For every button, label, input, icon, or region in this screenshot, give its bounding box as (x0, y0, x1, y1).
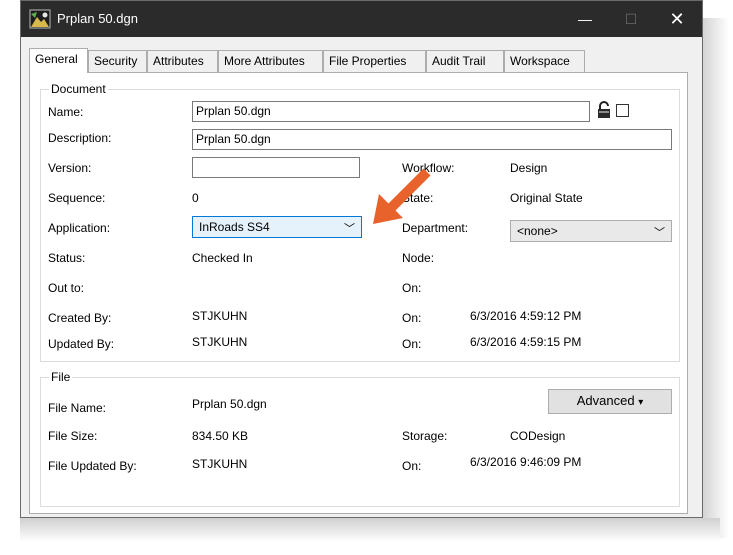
created-by-value: STJKUHN (192, 309, 248, 323)
node-label: Node: (402, 251, 435, 265)
created-on-value: 6/3/2016 4:59:12 PM (470, 309, 582, 323)
status-value: Checked In (192, 251, 253, 265)
version-field[interactable] (192, 157, 360, 178)
file-group-title: File (49, 370, 73, 384)
title-bar[interactable]: Prplan 50.dgn — ☐ ✕ (21, 1, 702, 37)
workflow-value: Design (510, 161, 548, 175)
application-value: InRoads SS4 (199, 220, 270, 234)
orange-arrow-icon (373, 168, 431, 224)
advanced-button[interactable]: Advanced ▾ (548, 389, 672, 414)
name-field[interactable]: Prplan 50.dgn (192, 101, 590, 122)
chevron-down-icon: ﹀ (344, 223, 355, 235)
window-shadow-right (703, 18, 729, 538)
file-size-value: 834.50 KB (192, 429, 249, 443)
tab-file-properties[interactable]: File Properties (323, 50, 426, 72)
advanced-button-label: Advanced (576, 393, 635, 408)
file-name-value: Prplan 50.dgn (192, 397, 267, 411)
document-group-title: Document (49, 82, 108, 96)
storage-label: Storage: (402, 429, 448, 443)
application-dropdown[interactable]: InRoads SS4 ﹀ (192, 216, 362, 238)
updated-on-value: 6/3/2016 4:59:15 PM (470, 335, 582, 349)
tab-general[interactable]: General (29, 48, 88, 73)
general-tab-panel: Document Name: Prplan 50.dgn Description… (29, 72, 688, 514)
updated-by-label: Updated By: (48, 337, 115, 351)
department-dropdown[interactable]: <none> ﹀ (510, 220, 672, 242)
lock-checkbox[interactable] (616, 104, 629, 117)
updated-by-value: STJKUHN (192, 335, 248, 349)
state-value: Original State (510, 191, 583, 205)
file-updated-on-label: On: (402, 459, 422, 473)
updated-on-label: On: (402, 337, 422, 351)
lock-icon[interactable] (596, 101, 612, 119)
outto-label: Out to: (48, 281, 85, 295)
chevron-down-icon: ﹀ (654, 227, 665, 239)
window-title: Prplan 50.dgn (57, 11, 138, 26)
application-label: Application: (48, 221, 111, 235)
file-size-label: File Size: (48, 429, 98, 443)
tab-workspace[interactable]: Workspace (504, 50, 585, 72)
storage-value: CODesign (510, 429, 566, 443)
tab-attributes[interactable]: Attributes (147, 50, 218, 72)
minimize-button[interactable]: — (565, 5, 605, 33)
version-label: Version: (48, 161, 92, 175)
file-updated-on-value: 6/3/2016 9:46:09 PM (470, 455, 582, 469)
created-by-label: Created By: (48, 311, 112, 325)
description-field[interactable]: Prplan 50.dgn (192, 129, 672, 150)
window-shadow-bottom (20, 518, 720, 542)
outto-on-label: On: (402, 281, 422, 295)
tab-more-attributes[interactable]: More Attributes (218, 50, 323, 72)
document-icon (29, 9, 51, 29)
sequence-label: Sequence: (48, 191, 106, 205)
file-name-label: File Name: (48, 401, 107, 415)
close-button[interactable]: ✕ (657, 5, 697, 33)
tab-security[interactable]: Security (88, 50, 147, 72)
tab-audit-trail[interactable]: Audit Trail (426, 50, 504, 72)
department-value: <none> (517, 224, 558, 238)
file-updated-by-value: STJKUHN (192, 457, 248, 471)
name-label: Name: (48, 105, 84, 119)
properties-window: Prplan 50.dgn — ☐ ✕ General Security Att… (20, 0, 703, 518)
maximize-button[interactable]: ☐ (611, 5, 651, 33)
status-label: Status: (48, 251, 86, 265)
description-label: Description: (48, 131, 112, 145)
sequence-value: 0 (192, 191, 199, 205)
file-updated-by-label: File Updated By: (48, 459, 137, 473)
caret-down-icon: ▾ (638, 397, 644, 408)
created-on-label: On: (402, 311, 422, 325)
